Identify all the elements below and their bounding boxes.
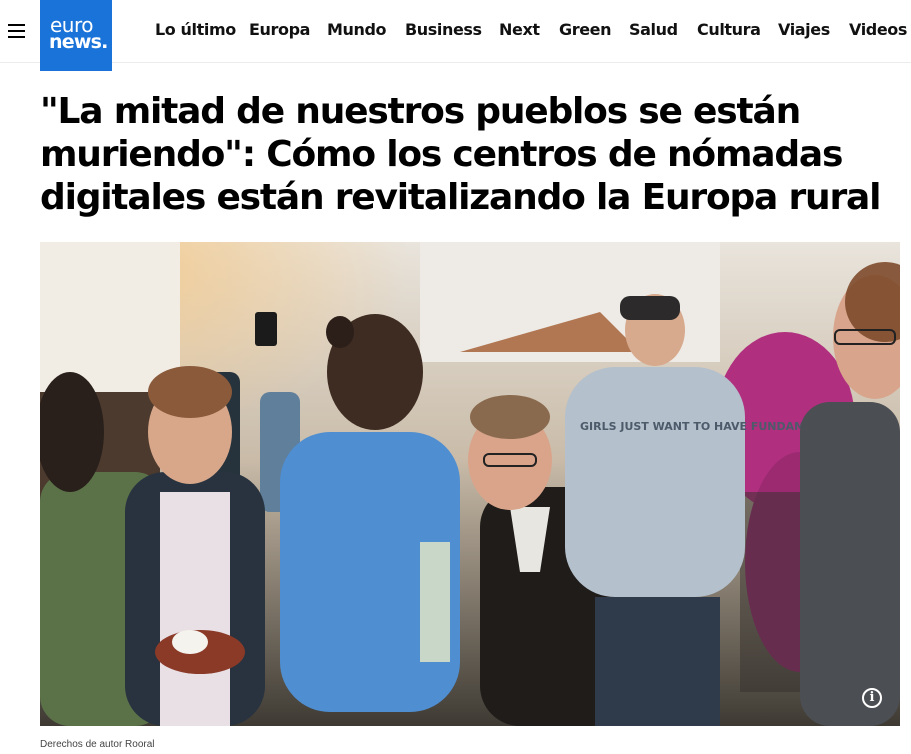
site-header: euro news. Lo último Europa Mundo Busine… <box>0 0 911 71</box>
nav-viajes[interactable]: Viajes <box>778 20 830 39</box>
nav-videos[interactable]: Videos <box>849 20 907 39</box>
nav-europa[interactable]: Europa <box>249 20 310 39</box>
nav-cultura[interactable]: Cultura <box>697 20 761 39</box>
logo-line2: news. <box>49 31 108 53</box>
nav-lo-ultimo[interactable]: Lo último <box>155 20 236 39</box>
image-copyright-caption: Derechos de autor Rooral <box>40 739 155 750</box>
nav-mundo[interactable]: Mundo <box>327 20 387 39</box>
info-icon[interactable]: i <box>862 688 882 708</box>
nav-business[interactable]: Business <box>405 20 482 39</box>
euronews-logo[interactable]: euro news. <box>40 0 112 71</box>
hamburger-menu-icon[interactable] <box>8 24 25 38</box>
article-hero-image: GIRLS JUST WANT TO HAVE FUNDAMENTAL RIGH… <box>40 242 900 726</box>
nav-salud[interactable]: Salud <box>629 20 678 39</box>
nav-green[interactable]: Green <box>559 20 612 39</box>
nav-next[interactable]: Next <box>499 20 540 39</box>
photo-illustration: GIRLS JUST WANT TO HAVE FUNDAMENTAL RIGH… <box>40 242 900 726</box>
article-title: "La mitad de nuestros pueblos se están m… <box>40 91 881 218</box>
